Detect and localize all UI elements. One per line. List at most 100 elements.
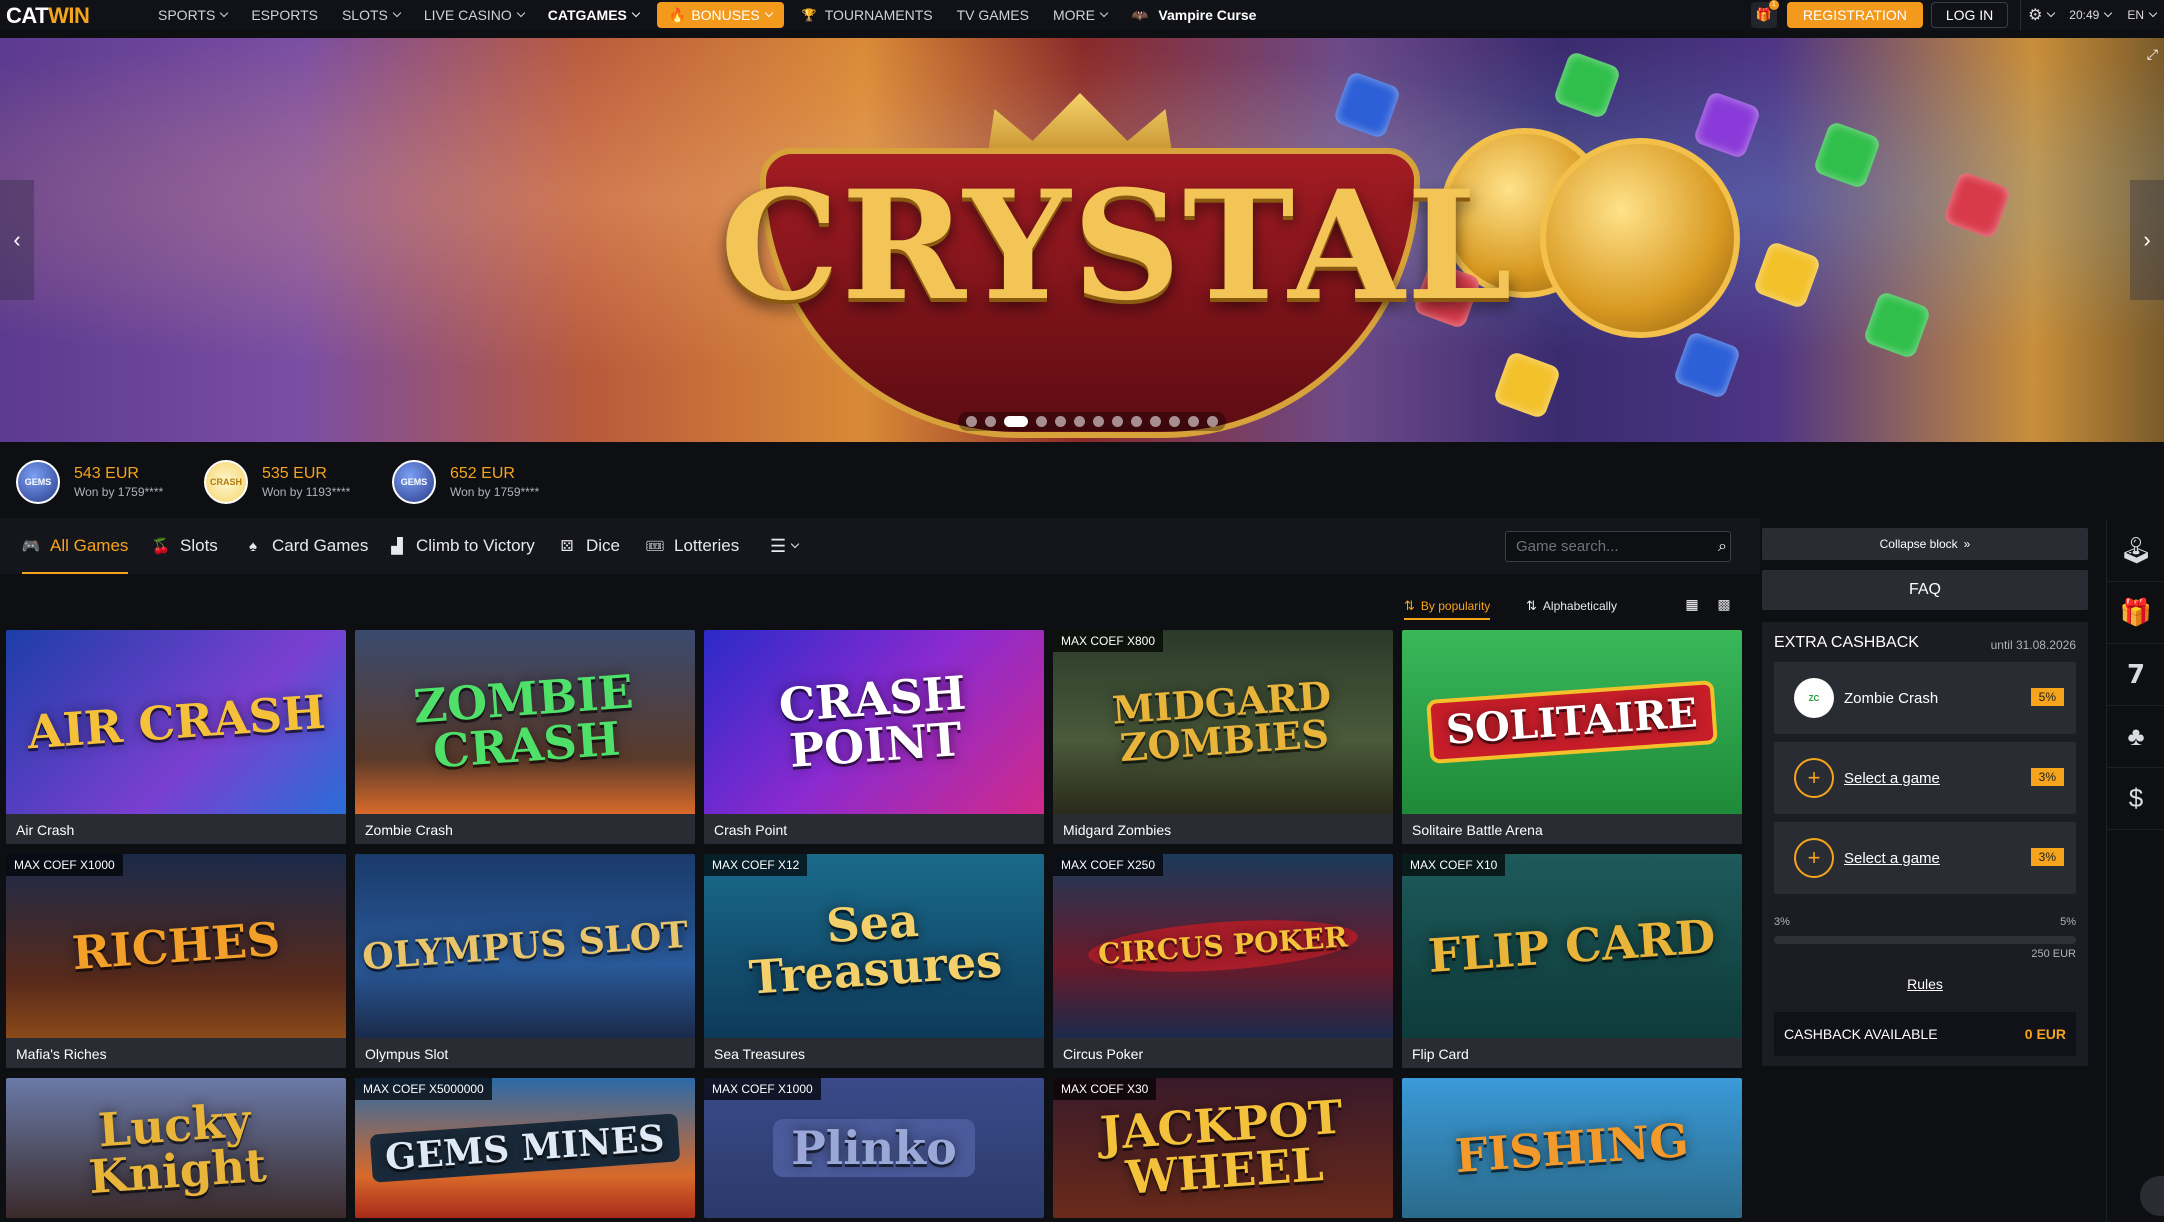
- sort-by-popularity[interactable]: ⇅ By popularity: [1404, 592, 1491, 620]
- banner-dot[interactable]: [1055, 416, 1066, 427]
- plus-icon[interactable]: +: [1794, 758, 1834, 798]
- game-card[interactable]: FISHING: [1402, 1078, 1742, 1218]
- nav-sports[interactable]: SPORTS: [146, 0, 239, 30]
- gift-button[interactable]: 🎁 1: [1750, 0, 1779, 28]
- promo-banner[interactable]: CRYSTAL ‹ › ⤢: [0, 38, 2164, 442]
- chevron-right-icon: ›: [2143, 227, 2151, 252]
- winner-item[interactable]: CRASH 535 EUR Won by 1193****: [204, 460, 350, 504]
- game-card[interactable]: MAX COEF X10 FLIP CARD Flip Card: [1402, 854, 1742, 1068]
- category-lotteries[interactable]: 🎟 Lotteries: [645, 518, 739, 574]
- banner-dot[interactable]: [1112, 416, 1123, 427]
- nav-bonuses[interactable]: 🔥 BONUSES: [656, 2, 784, 28]
- winner-item[interactable]: GEMS 652 EUR Won by 1759****: [392, 460, 539, 504]
- dollar-icon[interactable]: $: [2107, 768, 2164, 830]
- plus-icon[interactable]: +: [1794, 838, 1834, 878]
- banner-dot[interactable]: [1207, 416, 1218, 427]
- max-coef-badge: MAX COEF X10: [1402, 854, 1506, 876]
- cashback-title: EXTRA CASHBACK: [1774, 634, 1919, 651]
- banner-next-button[interactable]: ›: [2130, 180, 2164, 300]
- game-card[interactable]: SOLITAIRE Solitaire Battle Arena: [1402, 630, 1742, 844]
- winner-user: Won by 1759****: [450, 485, 540, 499]
- nav-slots[interactable]: SLOTS: [330, 0, 412, 30]
- winner-amount: 652 EUR: [450, 465, 515, 482]
- expand-icon[interactable]: ⤢: [2147, 46, 2158, 63]
- view-large-grid[interactable]: ▦: [1680, 592, 1704, 616]
- collapse-block-button[interactable]: Collapse block»: [1762, 528, 2088, 560]
- cashback-game-row[interactable]: ZC Zombie Crash 5%: [1774, 662, 2076, 734]
- category-slots[interactable]: 🍒 Slots: [152, 518, 218, 574]
- cashback-select-row[interactable]: + Select a game 3%: [1774, 822, 2076, 894]
- trophy-icon: 🏆: [801, 8, 817, 22]
- category-more-dropdown[interactable]: ☰: [770, 518, 800, 574]
- game-avatar: GEMS: [392, 460, 436, 504]
- nav-live-casino[interactable]: LIVE CASINO: [412, 0, 536, 30]
- winner-item[interactable]: GEMS 543 EUR Won by 1759****: [16, 460, 163, 504]
- nav-vampire-curse[interactable]: 🦇 Vampire Curse: [1119, 0, 1269, 30]
- select-game-link[interactable]: Select a game: [1844, 850, 1940, 867]
- game-card[interactable]: MAX COEF X250 CIRCUS POKER Circus Poker: [1053, 854, 1393, 1068]
- game-card[interactable]: MAX COEF X12 Sea Treasures Sea Treasures: [704, 854, 1044, 1068]
- game-search: ⌕: [1505, 531, 1731, 562]
- nav-tv-games[interactable]: TV GAMES: [945, 0, 1041, 30]
- login-button[interactable]: LOG IN: [1930, 2, 2009, 28]
- nav-more[interactable]: MORE: [1041, 0, 1119, 30]
- game-card[interactable]: ZOMBIE CRASH Zombie Crash: [355, 630, 695, 844]
- game-title: Air Crash: [16, 822, 75, 838]
- select-game-link[interactable]: Select a game: [1844, 770, 1940, 787]
- max-coef-badge: MAX COEF X1000: [6, 854, 123, 876]
- nav-catgames[interactable]: CATGAMES: [536, 0, 651, 30]
- game-card[interactable]: MAX COEF X30 JACKPOT WHEEL: [1053, 1078, 1393, 1218]
- cashback-select-row[interactable]: + Select a game 3%: [1774, 742, 2076, 814]
- sort-alphabetically[interactable]: ⇅ Alphabetically: [1526, 592, 1617, 620]
- game-card[interactable]: CRASH POINT Crash Point: [704, 630, 1044, 844]
- chevron-down-icon: [2047, 8, 2056, 18]
- banner-dot[interactable]: [1074, 416, 1085, 427]
- game-title: Olympus Slot: [365, 1046, 449, 1062]
- category-dice[interactable]: ⚄ Dice: [558, 518, 620, 574]
- game-card[interactable]: MAX COEF X1000 RICHES Mafia's Riches: [6, 854, 346, 1068]
- game-card[interactable]: OLYMPUS SLOT Olympus Slot: [355, 854, 695, 1068]
- sort-icon: ⇅: [1404, 598, 1415, 613]
- search-input[interactable]: [1506, 538, 1715, 555]
- game-card[interactable]: MAX COEF X800 MIDGARD ZOMBIES Midgard Zo…: [1053, 630, 1393, 844]
- banner-dot[interactable]: [1093, 416, 1104, 427]
- banner-dot[interactable]: [1131, 416, 1142, 427]
- banner-dot[interactable]: [1150, 416, 1161, 427]
- gift-icon[interactable]: 🎁: [2107, 582, 2164, 644]
- banner-dot[interactable]: [1188, 416, 1199, 427]
- dice-icon: ⚄: [560, 538, 574, 555]
- banner-dot[interactable]: [1004, 416, 1028, 427]
- category-all-games[interactable]: 🎮 All Games: [22, 518, 129, 574]
- catwin-logo[interactable]: CATWIN: [6, 3, 90, 29]
- winner-amount: 543 EUR: [74, 465, 139, 482]
- game-card[interactable]: MAX COEF X1000 Plinko: [704, 1078, 1044, 1218]
- game-card[interactable]: MAX COEF X5000000 GEMS MINES: [355, 1078, 695, 1218]
- view-small-grid[interactable]: ▩: [1712, 592, 1736, 616]
- banner-dot[interactable]: [1169, 416, 1180, 427]
- banner-dot[interactable]: [966, 416, 977, 427]
- banner-dot[interactable]: [985, 416, 996, 427]
- rules-link[interactable]: Rules: [1762, 976, 2088, 992]
- joystick-icon[interactable]: 🕹: [2107, 520, 2164, 582]
- chevron-down-icon: [2104, 8, 2113, 18]
- category-climb-to-victory[interactable]: ▟ Climb to Victory: [388, 518, 535, 574]
- banner-dot[interactable]: [1036, 416, 1047, 427]
- poker-chip-icon[interactable]: ♣: [2107, 706, 2164, 768]
- cashback-threshold: 250 EUR: [2031, 948, 2076, 960]
- registration-button[interactable]: REGISTRATION: [1786, 2, 1923, 28]
- seven-icon[interactable]: 7: [2107, 644, 2164, 706]
- side-rail: 🕹 🎁 7 ♣ $: [2106, 520, 2164, 1222]
- search-icon[interactable]: ⌕: [1715, 538, 1730, 556]
- banner-prev-button[interactable]: ‹: [0, 180, 34, 300]
- category-card-games[interactable]: ♠ Card Games: [244, 518, 368, 574]
- faq-button[interactable]: FAQ: [1762, 570, 2088, 610]
- game-card[interactable]: Lucky Knight: [6, 1078, 346, 1218]
- nav-tournaments[interactable]: 🏆 TOURNAMENTS: [790, 0, 945, 30]
- fire-icon: 🔥: [668, 6, 687, 23]
- settings-button[interactable]: ⚙: [2021, 5, 2061, 25]
- time-selector[interactable]: 20:49: [2061, 0, 2119, 30]
- language-selector[interactable]: EN: [2119, 0, 2164, 30]
- notification-badge: 1: [1768, 0, 1779, 10]
- game-card[interactable]: AIR CRASH Air Crash: [6, 630, 346, 844]
- nav-esports[interactable]: ESPORTS: [239, 0, 330, 30]
